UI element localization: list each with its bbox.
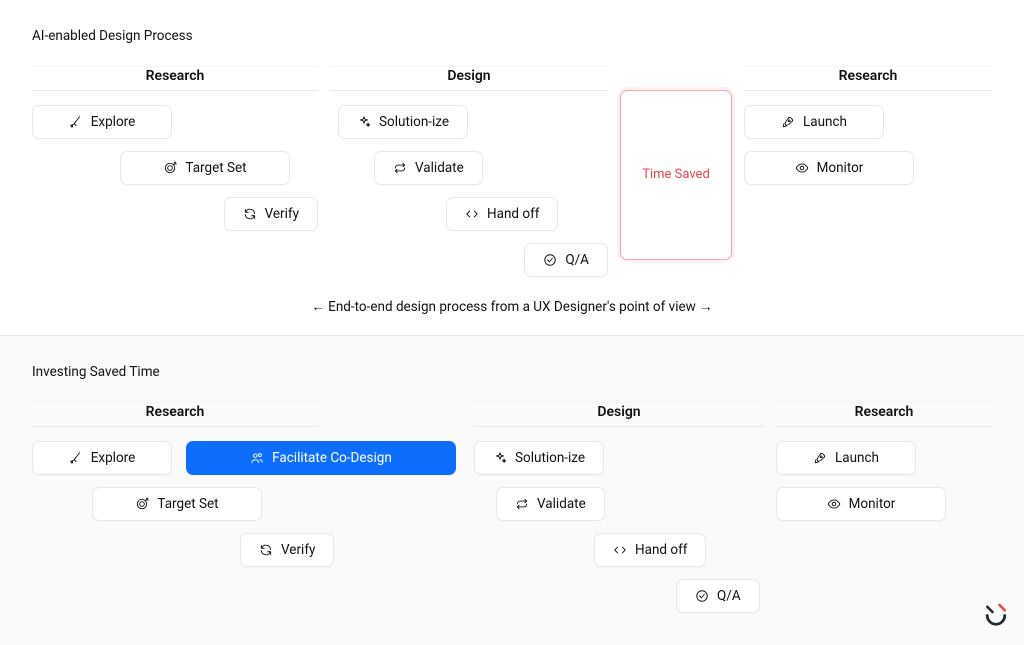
pill-explore-label: Explore [91,114,136,130]
lane-research-top-2: Research Launch Monitor [744,66,992,197]
refresh-icon [243,207,257,221]
pill-validate-b-label: Validate [537,496,586,512]
telescope-icon [69,451,83,465]
check-circle-icon [543,253,557,267]
target-icon [163,161,177,175]
lanes-top: Research Explore Target Set [32,66,992,289]
pill-qa-label: Q/A [565,252,589,268]
pill-solutionize-b[interactable]: Solution-ize [474,441,604,475]
pill-target-set[interactable]: Target Set [120,151,290,185]
section-title-investing: Investing Saved Time [32,364,992,380]
telescope-icon [69,115,83,129]
pill-launch[interactable]: Launch [744,105,884,139]
pill-verify-b[interactable]: Verify [240,533,334,567]
pill-validate-b[interactable]: Validate [496,487,605,521]
pill-qa-b[interactable]: Q/A [676,579,760,613]
lane-research-top-1: Research Explore Target Set [32,66,318,243]
pill-target-set-b[interactable]: Target Set [92,487,262,521]
pill-handoff-label: Hand off [487,206,539,222]
pill-explore-b[interactable]: Explore [32,441,172,475]
lane-header-research-top-2: Research [744,66,992,91]
pill-qa-b-label: Q/A [717,588,741,604]
target-icon [135,497,149,511]
section-ai-enabled: AI-enabled Design Process Research Explo… [0,0,1024,335]
sync-icon [393,161,407,175]
pill-handoff-b-label: Hand off [635,542,687,558]
pill-qa[interactable]: Q/A [524,243,608,277]
pill-validate[interactable]: Validate [374,151,483,185]
pill-explore-b-label: Explore [91,450,136,466]
users-icon [250,451,264,465]
lane-design-bottom: Design Solution-ize Validate [474,402,764,625]
pill-verify[interactable]: Verify [224,197,318,231]
check-circle-icon [695,589,709,603]
section-title-ai: AI-enabled Design Process [32,28,992,44]
pill-verify-label: Verify [265,206,299,222]
eye-icon [795,161,809,175]
pill-monitor[interactable]: Monitor [744,151,914,185]
pill-target-set-label: Target Set [185,160,246,176]
code-icon [613,543,627,557]
section-investing: Investing Saved Time Research Explore Fa… [0,336,1024,645]
pill-solutionize-label: Solution-ize [379,114,449,130]
refresh-icon [259,543,273,557]
code-icon [465,207,479,221]
pill-monitor-b-label: Monitor [849,496,896,512]
pill-verify-b-label: Verify [281,542,315,558]
pill-handoff[interactable]: Hand off [446,197,558,231]
time-saved-box: Time Saved [620,90,732,260]
pill-solutionize[interactable]: Solution-ize [338,105,468,139]
lane-research-bottom-2: Research Launch Monitor [776,402,992,533]
pill-launch-label: Launch [803,114,847,130]
eye-icon [827,497,841,511]
lane-header-research-bottom-1: Research [32,402,318,427]
process-caption: ← End-to-end design process from a UX De… [32,289,992,315]
pill-explore[interactable]: Explore [32,105,172,139]
lane-research-bottom-1: Research Explore Facilitate Co-Design [32,402,462,579]
lane-design-top: Design Solution-ize Validate [330,66,608,289]
lane-header-design-top: Design [330,66,608,91]
time-saved-label: Time Saved [642,166,710,184]
sync-icon [515,497,529,511]
sparkles-icon [357,115,371,129]
pill-target-set-b-label: Target Set [157,496,218,512]
lane-header-design-bottom: Design [474,402,764,427]
sparkles-icon [493,451,507,465]
lane-time-saved: Time Saved [620,66,732,260]
brand-logo [982,598,1010,630]
pill-validate-label: Validate [415,160,464,176]
pill-solutionize-b-label: Solution-ize [515,450,585,466]
lanes-bottom: Research Explore Facilitate Co-Design [32,402,992,625]
pill-handoff-b[interactable]: Hand off [594,533,706,567]
pill-launch-b[interactable]: Launch [776,441,916,475]
rocket-icon [781,115,795,129]
pill-launch-b-label: Launch [835,450,879,466]
rocket-icon [813,451,827,465]
lane-header-research-bottom-2: Research [776,402,992,427]
pill-facilitate-label: Facilitate Co-Design [272,450,392,466]
pill-facilitate[interactable]: Facilitate Co-Design [186,441,456,475]
lane-header-research-1: Research [32,66,318,91]
pill-monitor-b[interactable]: Monitor [776,487,946,521]
pill-monitor-label: Monitor [817,160,864,176]
